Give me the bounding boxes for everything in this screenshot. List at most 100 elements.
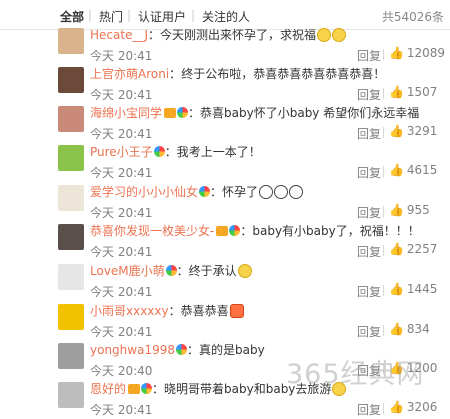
- vip-icon[interactable]: [128, 384, 141, 394]
- member-badge-icon[interactable]: [229, 225, 241, 236]
- action-divider: [383, 325, 384, 336]
- username-link[interactable]: 恩好的: [90, 382, 126, 396]
- avatar[interactable]: [58, 264, 84, 290]
- like-button[interactable]: 👍 2257: [389, 242, 437, 256]
- avatar[interactable]: [58, 185, 84, 211]
- member-badge-icon[interactable]: [153, 146, 165, 157]
- action-divider: [383, 403, 384, 414]
- reply-button[interactable]: 回复: [357, 125, 381, 142]
- comment-text: 怀孕了: [222, 185, 259, 199]
- tab-all[interactable]: 全部: [60, 8, 84, 25]
- comment-time: 今天 20:41: [90, 285, 153, 299]
- reply-button[interactable]: 回复: [357, 204, 381, 221]
- like-button[interactable]: 👍 955: [389, 203, 430, 217]
- vip-icon[interactable]: [216, 226, 229, 236]
- fire-emoji-icon: [229, 304, 244, 318]
- colon: ：: [152, 382, 165, 396]
- like-button[interactable]: 👍 4615: [389, 163, 437, 177]
- comment-line: 海绵小宝同学 ：恭喜baby怀了小baby 希望你们永远幸福: [90, 106, 419, 121]
- action-divider: [383, 206, 384, 217]
- username-link[interactable]: Hecate__J: [90, 28, 148, 42]
- dog-emoji-icon: [274, 185, 289, 199]
- tab-followed[interactable]: 关注的人: [202, 8, 250, 25]
- like-count: 12089: [403, 46, 445, 60]
- like-button[interactable]: 👍 834: [389, 322, 430, 336]
- thumbs-up-icon: 👍: [389, 361, 404, 375]
- comment-item: Pure小王子 ：我考上一本了！ 今天 20:41 回复 👍 4615: [0, 142, 450, 182]
- comment-item: 小雨哥xxxxxy：恭喜恭喜 今天 20:41 回复 👍 834: [0, 301, 450, 341]
- reply-button[interactable]: 回复: [357, 323, 381, 340]
- username-link[interactable]: 海绵小宝同学: [90, 106, 162, 120]
- comment-line: 爱学习的小小小仙女 ：怀孕了: [90, 185, 304, 200]
- username-link[interactable]: LoveM鹿小萌: [90, 264, 165, 278]
- comment-text: baby有小baby了，祝福！！！: [252, 224, 420, 238]
- reply-button[interactable]: 回复: [357, 283, 381, 300]
- reply-button[interactable]: 回复: [357, 47, 381, 64]
- avatar[interactable]: [58, 28, 84, 54]
- comment-text: 我考上一本了！: [176, 145, 261, 159]
- avatar[interactable]: [58, 106, 84, 132]
- tab-divider: |: [127, 8, 132, 22]
- username-link[interactable]: 恭喜你发现一枚美少女-: [90, 224, 214, 238]
- username-link[interactable]: yonghwa1998: [90, 343, 175, 357]
- comment-text: 晓明哥带着baby和baby去旅游: [164, 382, 332, 396]
- avatar[interactable]: [58, 304, 84, 330]
- like-count: 1200: [403, 361, 438, 375]
- avatar[interactable]: [58, 145, 84, 171]
- action-divider: [383, 166, 384, 177]
- comment-item: Hecate__J：今天刚测出来怀孕了，求祝福 今天 20:41 回复 👍 12089: [0, 25, 450, 65]
- username-link[interactable]: Pure小王子: [90, 145, 153, 159]
- smile-emoji-icon: [332, 382, 347, 396]
- thumbs-up-icon: 👍: [389, 46, 404, 60]
- reply-button[interactable]: 回复: [357, 86, 381, 103]
- comment-item: 上官亦萌Aroni：终于公布啦，恭喜恭喜恭喜恭喜恭喜！ 今天 20:41 回复 👍 1…: [0, 64, 450, 104]
- avatar[interactable]: [58, 224, 84, 250]
- like-button[interactable]: 👍 1507: [389, 85, 437, 99]
- colon: ：: [147, 28, 160, 42]
- tab-hot[interactable]: 热门: [99, 8, 123, 25]
- comment-text: 今天刚测出来怀孕了，求祝福: [160, 28, 317, 42]
- comment-time: 今天 20:41: [90, 403, 153, 417]
- member-badge-icon[interactable]: [199, 186, 211, 197]
- comment-time: 今天 20:41: [90, 206, 153, 220]
- member-badge-icon[interactable]: [177, 107, 189, 118]
- reply-button[interactable]: 回复: [357, 164, 381, 181]
- like-button[interactable]: 👍 3291: [389, 124, 437, 138]
- avatar[interactable]: [58, 382, 84, 408]
- like-count: 955: [403, 203, 430, 217]
- vip-icon[interactable]: [164, 108, 177, 118]
- avatar[interactable]: [58, 343, 84, 369]
- comment-total-count: 共54026条: [381, 10, 444, 24]
- thumbs-up-icon: 👍: [389, 242, 404, 256]
- tab-verified[interactable]: 认证用户: [138, 8, 186, 25]
- thumbs-up-icon: 👍: [389, 282, 404, 296]
- like-count: 4615: [403, 163, 438, 177]
- thumbs-up-icon: 👍: [389, 400, 404, 414]
- action-divider: [383, 88, 384, 99]
- reply-button[interactable]: 回复: [357, 243, 381, 260]
- comment-line: 恩好的 ：晓明哥带着baby和baby去旅游: [90, 382, 347, 397]
- like-button[interactable]: 👍 3206: [389, 400, 437, 414]
- comment-line: 小雨哥xxxxxy：恭喜恭喜: [90, 304, 244, 319]
- like-button[interactable]: 👍 1445: [389, 282, 437, 296]
- like-button[interactable]: 👍 1200: [389, 361, 437, 375]
- username-link[interactable]: 小雨哥xxxxxy: [90, 304, 169, 318]
- reply-button[interactable]: 回复: [357, 401, 381, 418]
- comment-line: Pure小王子 ：我考上一本了！: [90, 145, 261, 160]
- member-badge-icon[interactable]: [175, 344, 187, 355]
- avatar[interactable]: [58, 67, 84, 93]
- username-link[interactable]: 上官亦萌Aroni: [90, 67, 169, 81]
- username-link[interactable]: 爱学习的小小小仙女: [90, 185, 198, 199]
- member-badge-icon[interactable]: [141, 383, 153, 394]
- comment-time: 今天 20:41: [90, 166, 153, 180]
- like-button[interactable]: 👍 12089: [389, 46, 445, 60]
- colon: ：: [210, 185, 223, 199]
- reply-button[interactable]: 回复: [357, 362, 381, 379]
- comment-item: 恩好的 ：晓明哥带着baby和baby去旅游 今天 20:41 回复 👍 3206: [0, 379, 450, 419]
- action-divider: [383, 49, 384, 60]
- member-badge-icon[interactable]: [165, 265, 177, 276]
- action-divider: [383, 127, 384, 138]
- tab-divider: |: [88, 8, 93, 22]
- like-count: 834: [403, 322, 430, 336]
- comment-item: 爱学习的小小小仙女 ：怀孕了今天 20:41 回复 👍 955: [0, 182, 450, 222]
